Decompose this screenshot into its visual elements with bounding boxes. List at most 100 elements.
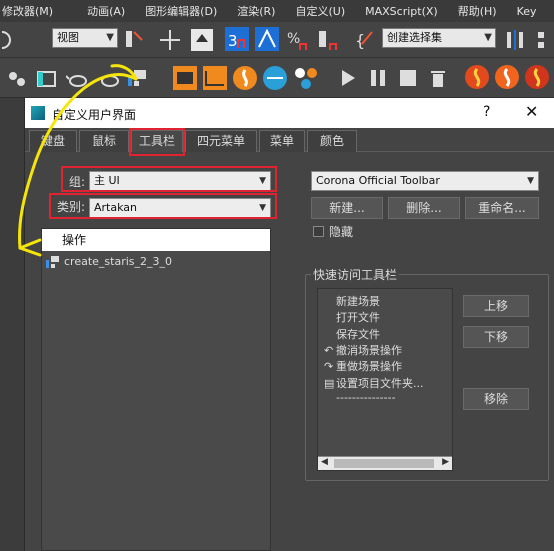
snap-3d-icon[interactable]: 3 (224, 26, 250, 52)
active-tab-highlight (129, 128, 185, 156)
menu-key[interactable]: Key (517, 5, 537, 18)
corona-fire-icon[interactable] (232, 65, 258, 91)
render-teapot-icon[interactable] (98, 68, 122, 90)
trash-icon[interactable] (428, 68, 448, 88)
scroll-left-icon[interactable]: ◀ (321, 457, 328, 467)
menu-customize[interactable]: 自定义(U) (295, 3, 345, 19)
pause-icon[interactable] (368, 68, 388, 88)
quick-access-item[interactable]: 保存文件 (318, 326, 380, 342)
scroll-right-icon[interactable]: ▶ (442, 457, 449, 467)
group-highlight (61, 166, 277, 192)
chevron-down-icon: ▼ (527, 176, 534, 186)
dialog-title: 自定义用户界面 (52, 108, 137, 122)
quick-access-item-label: --------------- (336, 390, 396, 404)
quick-access-label: 快速访问工具栏 (311, 266, 400, 283)
toolbar-select[interactable]: Corona Official Toolbar ▼ (311, 171, 539, 191)
stop-icon[interactable] (398, 68, 418, 88)
mirror-icon[interactable] (504, 28, 528, 52)
named-selection-set[interactable]: 创建选择集 ▼ (382, 28, 496, 48)
secondary-toolbar (0, 58, 554, 98)
quick-access-item-label: 撤消场景操作 (336, 343, 402, 357)
app-logo-icon (31, 106, 45, 120)
view-select-value: 视图 (57, 31, 79, 44)
viewport-edge (0, 98, 24, 551)
scroll-thumb[interactable] (334, 459, 434, 468)
tab-keyboard[interactable]: 键盘 (29, 130, 77, 152)
actions-header[interactable]: 操作 (42, 229, 270, 251)
artakan-action-icon (46, 256, 59, 268)
help-button[interactable]: ? (483, 104, 490, 120)
quick-access-item-label: 重做场景操作 (336, 360, 402, 374)
fire-orange-icon[interactable] (494, 64, 520, 90)
svg-text:%: % (287, 31, 300, 47)
tab-mouse[interactable]: 鼠标 (79, 130, 129, 152)
horizontal-scrollbar[interactable]: ◀ ▶ (318, 456, 452, 470)
dialog-titlebar: 自定义用户界面 ? ✕ (25, 98, 554, 128)
menu-maxscript[interactable]: MAXScript(X) (365, 5, 438, 18)
remove-button[interactable]: 移除 (463, 388, 529, 410)
tab-quad-menus[interactable]: 四元菜单 (185, 130, 257, 152)
menu-modifiers[interactable]: 修改器(M) (2, 3, 53, 19)
new-toolbar-button[interactable]: 新建... (311, 197, 383, 219)
keyboard-shortcut-icon[interactable] (190, 28, 214, 52)
hide-label: 隐藏 (329, 225, 354, 239)
fire-red-icon[interactable] (464, 64, 490, 90)
toolbar-select-value: Corona Official Toolbar (316, 174, 440, 187)
rename-toolbar-button[interactable]: 重命名... (465, 197, 539, 219)
menu-graph-editors[interactable]: 图形编辑器(D) (145, 3, 217, 19)
redo-icon[interactable] (0, 30, 14, 50)
hide-checkbox[interactable] (313, 226, 324, 237)
menu-bar: 修改器(M) 动画(A) 图形编辑器(D) 渲染(R) 自定义(U) MAXSc… (0, 0, 554, 22)
align-icon[interactable] (536, 28, 554, 52)
actions-list[interactable]: 操作 create_staris_2_3_0 (41, 228, 271, 551)
menu-help[interactable]: 帮助(H) (458, 3, 497, 19)
quick-access-item[interactable]: 打开文件 (318, 309, 380, 325)
quick-access-item[interactable]: ▤ 设置项目文件夹... (318, 375, 424, 391)
pivot-icon[interactable] (122, 28, 146, 52)
edit-named-selection-icon[interactable]: { (352, 28, 376, 52)
percent-snap-icon[interactable]: % (286, 28, 310, 52)
chevron-down-icon: ▼ (106, 32, 114, 43)
fire-dark-icon[interactable] (524, 64, 550, 90)
tab-menus[interactable]: 菜单 (259, 130, 305, 152)
quick-access-item[interactable]: ↷ 重做场景操作 (318, 358, 402, 374)
redo-arrow-icon: ↷ (324, 360, 334, 374)
category-highlight (49, 193, 277, 219)
quick-access-item-label: 打开文件 (336, 311, 380, 325)
move-up-button[interactable]: 上移 (463, 295, 529, 317)
corona-interactive-icon[interactable] (262, 65, 288, 91)
quick-access-item[interactable]: --------------- (318, 391, 396, 404)
artakan-toolbar-icon[interactable] (126, 66, 150, 90)
corona-frame-buffer-icon[interactable] (172, 65, 198, 91)
tab-bar: 键盘 鼠标 工具栏 四元菜单 菜单 颜色 (25, 128, 554, 152)
project-folder-icon: ▤ (324, 376, 335, 390)
view-select[interactable]: 视图 ▼ (52, 28, 118, 48)
tab-colors[interactable]: 颜色 (307, 130, 357, 152)
move-down-button[interactable]: 下移 (463, 326, 529, 348)
link-icon[interactable] (6, 68, 28, 90)
svg-text:3: 3 (228, 32, 238, 50)
quick-access-item[interactable]: ↶ 撤消场景操作 (318, 342, 402, 358)
select-manipulate-icon[interactable] (158, 28, 182, 52)
angle-snap-icon[interactable] (254, 26, 280, 52)
menu-rendering[interactable]: 渲染(R) (237, 3, 275, 19)
teapot-icon[interactable] (66, 68, 90, 90)
quick-access-item-label: 保存文件 (336, 327, 380, 341)
spinner-snap-icon[interactable] (316, 28, 340, 52)
quick-access-item-label: 新建场景 (336, 295, 380, 308)
quick-access-list[interactable]: 新建场景 打开文件 保存文件 ↶ 撤消场景操作 ↷ 重做场景操作 ▤ 设置项目文件夹... ---… (317, 288, 453, 471)
action-item[interactable]: create_staris_2_3_0 (64, 255, 172, 268)
window-icon[interactable] (36, 68, 58, 90)
corona-dots-icon[interactable] (292, 65, 320, 91)
play-icon[interactable] (338, 68, 358, 88)
quick-access-item-label: 设置项目文件夹... (336, 376, 424, 390)
close-button[interactable]: ✕ (525, 102, 538, 121)
undo-arrow-icon: ↶ (324, 343, 334, 357)
customize-ui-dialog: 自定义用户界面 ? ✕ 键盘 鼠标 工具栏 四元菜单 菜单 颜色 组: 主 UI… (24, 98, 554, 551)
quick-access-item[interactable]: 新建场景 (318, 293, 380, 309)
menu-animation[interactable]: 动画(A) (87, 3, 125, 19)
corona-render-icon[interactable] (202, 65, 228, 91)
chevron-down-icon: ▼ (484, 32, 492, 43)
named-selection-value: 创建选择集 (387, 31, 442, 44)
delete-toolbar-button[interactable]: 删除... (388, 197, 460, 219)
